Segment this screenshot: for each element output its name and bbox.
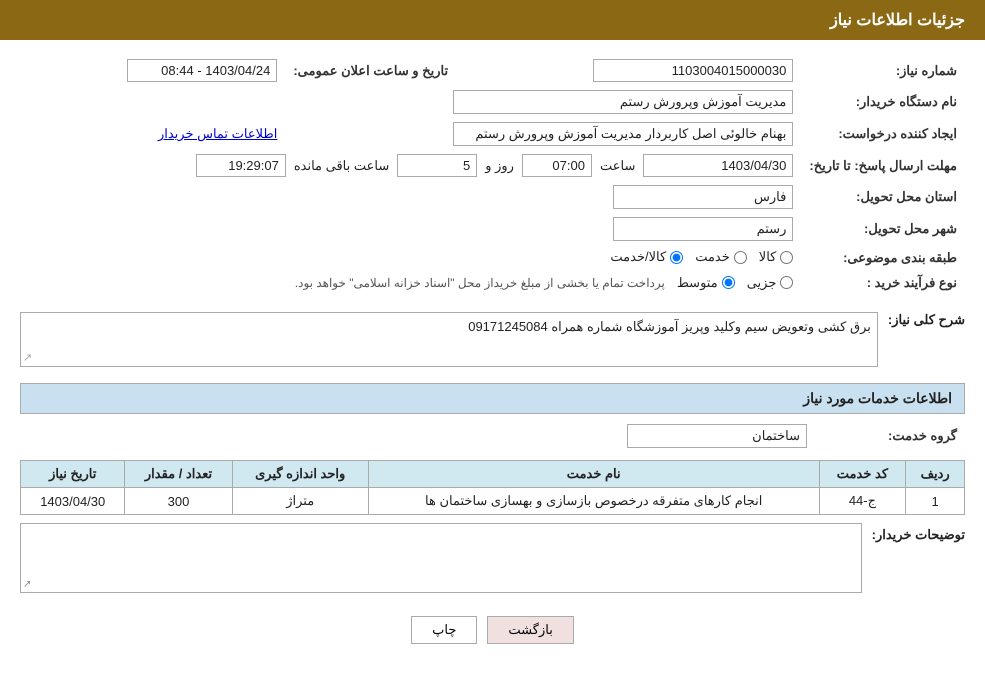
response-days-label: روز و	[485, 158, 514, 174]
announcement-date-label: تاریخ و ساعت اعلان عمومی:	[285, 55, 456, 86]
city-label: شهر محل تحویل:	[801, 213, 965, 245]
purchase-radio-medium[interactable]	[722, 276, 735, 289]
row-creator: ایجاد کننده درخواست: بهنام خالوئی اصل کا…	[20, 118, 965, 150]
category-label-both: کالا/خدمت	[610, 249, 666, 265]
response-remaining-value: 19:29:07	[196, 154, 286, 177]
purchase-option-medium[interactable]: متوسط	[677, 275, 735, 291]
row-purchase-type: نوع فرآیند خرید : جزیی متوسط پرداخت تمام…	[20, 271, 965, 297]
announcement-date-value: 1403/04/24 - 08:44	[127, 59, 277, 82]
response-date-value: 1403/04/30	[643, 154, 793, 177]
contact-link[interactable]: اطلاعات تماس خریدار	[158, 126, 277, 141]
col-date: تاریخ نیاز	[21, 461, 125, 488]
service-group-table: گروه خدمت: ساختمان	[20, 420, 965, 452]
purchase-label-partial: جزیی	[747, 275, 777, 291]
buyer-comments-label: توضیحات خریدار:	[872, 523, 965, 543]
page-title: جزئیات اطلاعات نیاز	[830, 12, 965, 29]
cell-name: انجام کارهای متفرقه درخصوص بازسازی و بهس…	[368, 488, 819, 515]
info-table: شماره نیاز: 1103004015000030 تاریخ و ساع…	[20, 55, 965, 296]
buyer-name-label: نام دستگاه خریدار:	[801, 86, 965, 118]
row-service-group: گروه خدمت: ساختمان	[20, 420, 965, 452]
purchase-type-group: جزیی متوسط پرداخت تمام یا بخشی از مبلغ خ…	[295, 275, 794, 291]
response-time-label: ساعت	[600, 158, 635, 174]
category-radio-goods[interactable]	[780, 251, 793, 264]
cell-quantity: 300	[125, 488, 232, 515]
response-time-value: 07:00	[522, 154, 592, 177]
need-number-label: شماره نیاز:	[801, 55, 965, 86]
province-label: استان محل تحویل:	[801, 181, 965, 213]
category-radio-both[interactable]	[670, 251, 683, 264]
general-description-section: شرح کلی نیاز: برق کشی وتعویض سیم وکلید و…	[20, 306, 965, 373]
buyer-name-value: مدیریت آموزش وپرورش رستم	[453, 90, 793, 114]
row-province: استان محل تحویل: فارس	[20, 181, 965, 213]
creator-label: ایجاد کننده درخواست:	[801, 118, 965, 150]
general-description-label: شرح کلی نیاز:	[888, 306, 965, 328]
cell-unit: متراژ	[232, 488, 368, 515]
response-deadline-label: مهلت ارسال پاسخ: تا تاریخ:	[801, 150, 965, 181]
comment-resize-icon: ↗	[23, 579, 31, 590]
category-label-goods: کالا	[759, 249, 777, 265]
cell-code: ج-44	[819, 488, 906, 515]
col-row-number: ردیف	[906, 461, 965, 488]
service-group-label: گروه خدمت:	[815, 420, 965, 452]
category-label: طبقه بندی موضوعی:	[801, 245, 965, 271]
page-header: جزئیات اطلاعات نیاز	[0, 0, 985, 40]
response-days-value: 5	[397, 154, 477, 177]
cell-date: 1403/04/30	[21, 488, 125, 515]
col-quantity: تعداد / مقدار	[125, 461, 232, 488]
purchase-note: پرداخت تمام یا بخشی از مبلغ خریداز محل "…	[295, 276, 665, 290]
need-number-value: 1103004015000030	[593, 59, 793, 82]
purchase-radio-partial[interactable]	[780, 276, 793, 289]
row-need-number: شماره نیاز: 1103004015000030 تاریخ و ساع…	[20, 55, 965, 86]
bottom-buttons: بازگشت چاپ	[20, 601, 965, 659]
col-service-name: نام خدمت	[368, 461, 819, 488]
print-button[interactable]: چاپ	[411, 616, 477, 644]
service-group-value: ساختمان	[627, 424, 807, 448]
row-response-deadline: مهلت ارسال پاسخ: تا تاریخ: 1403/04/30 سا…	[20, 150, 965, 181]
services-table: ردیف کد خدمت نام خدمت واحد اندازه گیری ت…	[20, 460, 965, 515]
city-value: رستم	[613, 217, 793, 241]
buyer-comments-box: ↗	[20, 523, 862, 593]
general-description-box: برق کشی وتعویض سیم وکلید وپریز آموزشگاه …	[20, 312, 878, 367]
category-option-goods[interactable]: کالا	[759, 249, 794, 265]
purchase-label-medium: متوسط	[677, 275, 718, 291]
col-service-code: کد خدمت	[819, 461, 906, 488]
category-radio-group: کالا خدمت کالا/خدمت	[610, 249, 793, 265]
category-option-both[interactable]: کالا/خدمت	[610, 249, 683, 265]
response-remaining-label: ساعت باقی مانده	[294, 158, 389, 174]
services-table-header: ردیف کد خدمت نام خدمت واحد اندازه گیری ت…	[21, 461, 965, 488]
row-buyer-name: نام دستگاه خریدار: مدیریت آموزش وپرورش ر…	[20, 86, 965, 118]
resize-handle-icon: ↗	[23, 351, 32, 364]
table-row: 1 ج-44 انجام کارهای متفرقه درخصوص بازساز…	[21, 488, 965, 515]
row-city: شهر محل تحویل: رستم	[20, 213, 965, 245]
services-table-body: 1 ج-44 انجام کارهای متفرقه درخصوص بازساز…	[21, 488, 965, 515]
purchase-option-partial[interactable]: جزیی	[747, 275, 794, 291]
general-description-value: برق کشی وتعویض سیم وکلید وپریز آموزشگاه …	[468, 319, 871, 334]
cell-row: 1	[906, 488, 965, 515]
category-radio-service[interactable]	[734, 251, 747, 264]
content-area: شماره نیاز: 1103004015000030 تاریخ و ساع…	[0, 40, 985, 674]
province-value: فارس	[613, 185, 793, 209]
services-section-header: اطلاعات خدمات مورد نیاز	[20, 383, 965, 414]
creator-value: بهنام خالوئی اصل کاربردار مدیریت آموزش و…	[453, 122, 793, 146]
response-deadline-row: 1403/04/30 ساعت 07:00 روز و 5 ساعت باقی …	[28, 154, 793, 177]
category-label-service: خدمت	[695, 249, 730, 265]
col-unit: واحد اندازه گیری	[232, 461, 368, 488]
row-category: طبقه بندی موضوعی: کالا خدمت	[20, 245, 965, 271]
page-wrapper: جزئیات اطلاعات نیاز شماره نیاز: 11030040…	[0, 0, 985, 691]
purchase-type-label: نوع فرآیند خرید :	[801, 271, 965, 297]
buyer-comments-section: توضیحات خریدار: ↗	[20, 523, 965, 593]
category-option-service[interactable]: خدمت	[695, 249, 747, 265]
services-header-row: ردیف کد خدمت نام خدمت واحد اندازه گیری ت…	[21, 461, 965, 488]
back-button[interactable]: بازگشت	[487, 616, 573, 644]
